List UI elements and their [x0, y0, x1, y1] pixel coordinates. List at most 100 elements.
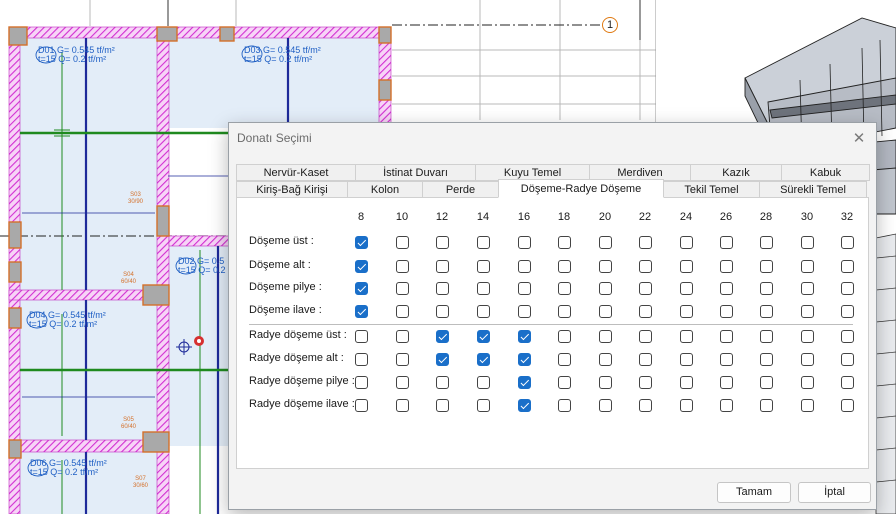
- rebar-checkbox[interactable]: [477, 282, 490, 295]
- rebar-checkbox[interactable]: [518, 376, 531, 389]
- tab-doseme-radye-doseme[interactable]: Döşeme-Radye Döşeme: [498, 179, 664, 198]
- rebar-checkbox[interactable]: [436, 260, 449, 273]
- rebar-checkbox[interactable]: [760, 305, 773, 318]
- rebar-checkbox[interactable]: [436, 353, 449, 366]
- rebar-checkbox[interactable]: [518, 330, 531, 343]
- rebar-checkbox[interactable]: [720, 330, 733, 343]
- rebar-checkbox[interactable]: [720, 399, 733, 412]
- tab-surekli-temel[interactable]: Sürekli Temel: [759, 181, 867, 198]
- rebar-checkbox[interactable]: [518, 305, 531, 318]
- rebar-checkbox[interactable]: [396, 353, 409, 366]
- rebar-checkbox[interactable]: [355, 260, 368, 273]
- rebar-checkbox[interactable]: [518, 236, 531, 249]
- rebar-checkbox[interactable]: [396, 305, 409, 318]
- rebar-checkbox[interactable]: [639, 282, 652, 295]
- rebar-checkbox[interactable]: [518, 353, 531, 366]
- cancel-button[interactable]: İptal: [798, 482, 871, 503]
- rebar-checkbox[interactable]: [396, 330, 409, 343]
- rebar-checkbox[interactable]: [599, 260, 612, 273]
- rebar-checkbox[interactable]: [355, 282, 368, 295]
- rebar-checkbox[interactable]: [680, 376, 693, 389]
- rebar-checkbox[interactable]: [841, 282, 854, 295]
- rebar-checkbox[interactable]: [760, 282, 773, 295]
- rebar-checkbox[interactable]: [720, 236, 733, 249]
- rebar-checkbox[interactable]: [760, 399, 773, 412]
- rebar-checkbox[interactable]: [436, 305, 449, 318]
- rebar-checkbox[interactable]: [477, 305, 490, 318]
- rebar-checkbox[interactable]: [680, 282, 693, 295]
- rebar-checkbox[interactable]: [639, 353, 652, 366]
- rebar-checkbox[interactable]: [639, 376, 652, 389]
- rebar-checkbox[interactable]: [720, 353, 733, 366]
- rebar-checkbox[interactable]: [396, 236, 409, 249]
- tab-kiris-bag-kirisi[interactable]: Kiriş-Bağ Kirişi: [236, 181, 348, 198]
- rebar-checkbox[interactable]: [801, 260, 814, 273]
- ok-button[interactable]: Tamam: [717, 482, 791, 503]
- close-icon[interactable]: ✕: [848, 127, 870, 149]
- rebar-checkbox[interactable]: [436, 330, 449, 343]
- rebar-checkbox[interactable]: [558, 260, 571, 273]
- rebar-checkbox[interactable]: [801, 399, 814, 412]
- rebar-checkbox[interactable]: [518, 399, 531, 412]
- tab-perde[interactable]: Perde: [422, 181, 499, 198]
- rebar-checkbox[interactable]: [599, 399, 612, 412]
- rebar-checkbox[interactable]: [639, 260, 652, 273]
- rebar-checkbox[interactable]: [558, 376, 571, 389]
- rebar-checkbox[interactable]: [436, 236, 449, 249]
- tab-kolon[interactable]: Kolon: [347, 181, 423, 198]
- rebar-checkbox[interactable]: [760, 236, 773, 249]
- rebar-checkbox[interactable]: [841, 353, 854, 366]
- rebar-checkbox[interactable]: [720, 260, 733, 273]
- rebar-checkbox[interactable]: [680, 236, 693, 249]
- tab-istinat-duvari[interactable]: İstinat Duvarı: [355, 164, 476, 181]
- rebar-checkbox[interactable]: [841, 376, 854, 389]
- tab-kazik[interactable]: Kazık: [690, 164, 782, 181]
- rebar-checkbox[interactable]: [639, 330, 652, 343]
- rebar-checkbox[interactable]: [801, 376, 814, 389]
- rebar-checkbox[interactable]: [477, 260, 490, 273]
- rebar-checkbox[interactable]: [599, 282, 612, 295]
- rebar-checkbox[interactable]: [720, 282, 733, 295]
- rebar-checkbox[interactable]: [680, 305, 693, 318]
- rebar-checkbox[interactable]: [436, 282, 449, 295]
- rebar-checkbox[interactable]: [760, 330, 773, 343]
- rebar-checkbox[interactable]: [801, 282, 814, 295]
- rebar-checkbox[interactable]: [639, 236, 652, 249]
- rebar-checkbox[interactable]: [760, 353, 773, 366]
- rebar-checkbox[interactable]: [841, 236, 854, 249]
- rebar-checkbox[interactable]: [841, 260, 854, 273]
- rebar-checkbox[interactable]: [760, 260, 773, 273]
- rebar-checkbox[interactable]: [599, 305, 612, 318]
- rebar-checkbox[interactable]: [558, 282, 571, 295]
- rebar-checkbox[interactable]: [436, 376, 449, 389]
- rebar-checkbox[interactable]: [558, 399, 571, 412]
- rebar-checkbox[interactable]: [801, 353, 814, 366]
- rebar-checkbox[interactable]: [396, 399, 409, 412]
- rebar-checkbox[interactable]: [477, 330, 490, 343]
- rebar-checkbox[interactable]: [720, 305, 733, 318]
- rebar-checkbox[interactable]: [436, 399, 449, 412]
- rebar-checkbox[interactable]: [680, 260, 693, 273]
- rebar-checkbox[interactable]: [355, 305, 368, 318]
- rebar-checkbox[interactable]: [841, 399, 854, 412]
- rebar-checkbox[interactable]: [680, 330, 693, 343]
- rebar-checkbox[interactable]: [518, 260, 531, 273]
- rebar-checkbox[interactable]: [355, 330, 368, 343]
- rebar-checkbox[interactable]: [599, 376, 612, 389]
- rebar-checkbox[interactable]: [477, 399, 490, 412]
- rebar-checkbox[interactable]: [355, 399, 368, 412]
- rebar-checkbox[interactable]: [841, 330, 854, 343]
- rebar-checkbox[interactable]: [477, 376, 490, 389]
- rebar-checkbox[interactable]: [841, 305, 854, 318]
- rebar-checkbox[interactable]: [355, 236, 368, 249]
- rebar-checkbox[interactable]: [639, 399, 652, 412]
- rebar-checkbox[interactable]: [599, 353, 612, 366]
- rebar-checkbox[interactable]: [720, 376, 733, 389]
- rebar-checkbox[interactable]: [558, 236, 571, 249]
- tab-kabuk[interactable]: Kabuk: [781, 164, 870, 181]
- rebar-checkbox[interactable]: [680, 353, 693, 366]
- rebar-checkbox[interactable]: [680, 399, 693, 412]
- rebar-checkbox[interactable]: [518, 282, 531, 295]
- rebar-checkbox[interactable]: [355, 376, 368, 389]
- rebar-checkbox[interactable]: [801, 305, 814, 318]
